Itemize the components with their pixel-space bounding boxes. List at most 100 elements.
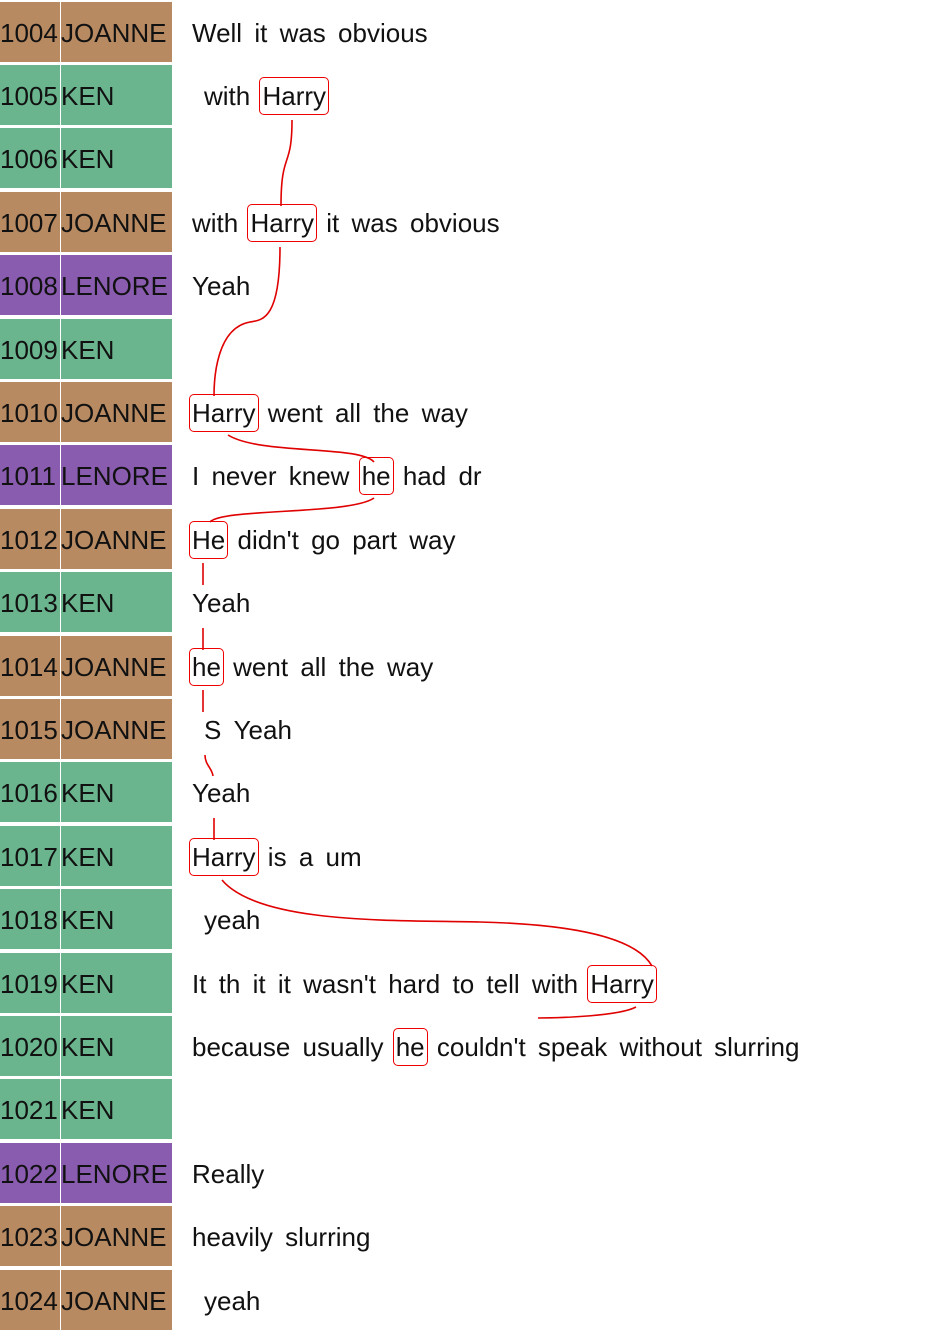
word-token: had	[402, 461, 447, 492]
speaker-label: KEN	[61, 318, 172, 381]
transcript-row: 1007 JOANNE with Harry it was obvious	[0, 191, 947, 255]
speaker-label: KEN	[61, 825, 172, 888]
transcript-row: 1024 JOANNE yeah	[0, 1269, 947, 1333]
word-token: went	[233, 651, 289, 682]
mention-token[interactable]: Harry	[259, 76, 330, 115]
word-token: part	[352, 524, 398, 555]
word-token: way	[386, 651, 434, 682]
transcript-row: 1004 JOANNE Well it was obvious	[0, 1, 947, 65]
transcript-row: 1013 KEN Yeah	[0, 572, 947, 635]
utterance: Harry is a um	[189, 826, 362, 888]
utterance: Well it was obvious	[192, 2, 428, 64]
utterance: S Yeah	[204, 699, 292, 761]
line-number: 1006	[0, 128, 61, 191]
speaker-label: JOANNE	[61, 698, 172, 761]
word-token: hard	[388, 968, 441, 999]
line-number: 1017	[0, 825, 61, 888]
word-token: speak	[537, 1031, 608, 1062]
word-token: without	[619, 1031, 702, 1062]
mention-token[interactable]: Harry	[587, 964, 657, 1003]
word-token: S	[204, 714, 222, 745]
speaker-label: JOANNE	[61, 1269, 172, 1332]
utterance: with Harry	[204, 65, 330, 127]
line-number: 1015	[0, 698, 61, 761]
utterance: Yeah	[192, 255, 250, 317]
word-token: a	[298, 841, 314, 872]
line-number: 1009	[0, 318, 61, 381]
transcript-row: 1018 KEN yeah	[0, 889, 947, 952]
utterance: because usually he couldn't speak withou…	[192, 1016, 799, 1078]
speaker-label: KEN	[61, 952, 172, 1015]
word-token: never	[211, 461, 277, 492]
speaker-label: JOANNE	[61, 635, 172, 698]
word-token: yeah	[204, 905, 261, 936]
mention-token[interactable]: he	[358, 457, 394, 496]
word-token: Yeah	[192, 271, 251, 302]
word-token: all	[300, 651, 327, 682]
word-token: way	[421, 397, 468, 428]
utterance: with Harry it was obvious	[192, 192, 500, 254]
line-number: 1014	[0, 635, 61, 698]
word-token: Yeah	[192, 588, 251, 619]
mention-token[interactable]: Harry	[189, 837, 259, 876]
line-number: 1008	[0, 255, 61, 318]
line-number: 1018	[0, 889, 61, 952]
word-token: it	[326, 207, 340, 238]
mention-token[interactable]: he	[189, 647, 224, 686]
line-number: 1019	[0, 952, 61, 1015]
word-token: couldn't	[436, 1031, 526, 1062]
word-token: way	[409, 524, 456, 555]
transcript-row: 1017 KEN Harry is a um	[0, 825, 947, 889]
word-token: it	[254, 17, 268, 48]
mention-token[interactable]: He	[189, 520, 229, 559]
word-token: the	[338, 651, 375, 682]
word-token: Yeah	[192, 778, 251, 809]
transcript-row: 1023 JOANNE heavily slurring	[0, 1206, 947, 1269]
mention-token[interactable]: Harry	[189, 393, 259, 432]
mention-token[interactable]: he	[392, 1027, 428, 1066]
line-number: 1005	[0, 64, 61, 127]
speaker-label: KEN	[61, 572, 172, 635]
transcript-row: 1021 KEN	[0, 1079, 947, 1142]
word-token: go	[311, 524, 340, 555]
line-number: 1016	[0, 762, 61, 825]
speaker-label: KEN	[61, 1015, 172, 1078]
speaker-label: JOANNE	[61, 508, 172, 571]
transcript-row: 1015 JOANNE S Yeah	[0, 698, 947, 762]
utterance: I never knew he had dr	[192, 445, 482, 507]
word-token: yeah	[204, 1285, 261, 1316]
word-token: usually	[302, 1031, 384, 1062]
mention-token[interactable]: Harry	[247, 203, 318, 242]
word-token: didn't	[237, 524, 299, 555]
word-token: to	[452, 968, 475, 999]
line-number: 1023	[0, 1206, 61, 1269]
line-number: 1020	[0, 1015, 61, 1078]
utterance: It th it it wasn't hard to tell with Har…	[192, 953, 657, 1015]
utterance: Really	[192, 1143, 264, 1205]
transcript-row: 1014 JOANNE he went all the way	[0, 635, 947, 699]
line-number: 1007	[0, 191, 61, 254]
transcript-row: 1012 JOANNE He didn't go part way	[0, 508, 947, 572]
line-number: 1011	[0, 445, 61, 508]
transcript-row: 1019 KEN It th it it wasn't hard to tell w…	[0, 952, 947, 1016]
word-token: with	[192, 207, 239, 238]
word-token: obvious	[410, 207, 500, 238]
speaker-label: LENORE	[61, 445, 172, 508]
transcript-row: 1006 KEN	[0, 128, 947, 191]
transcript-row: 1005 KEN with Harry	[0, 64, 947, 128]
transcript-row: 1009 KEN	[0, 318, 947, 382]
word-token: went	[267, 397, 323, 428]
word-token: dr	[458, 461, 482, 492]
speaker-label: LENORE	[61, 255, 172, 318]
speaker-label: KEN	[61, 762, 172, 825]
word-token: tell	[486, 968, 520, 999]
word-token: was	[279, 17, 326, 48]
line-number: 1012	[0, 508, 61, 571]
word-token: I	[192, 461, 200, 492]
speaker-label: JOANNE	[61, 1206, 172, 1269]
word-token: Really	[192, 1158, 265, 1189]
utterance: yeah	[204, 889, 260, 951]
line-number: 1010	[0, 381, 61, 444]
line-number: 1024	[0, 1269, 61, 1332]
speaker-label: KEN	[61, 889, 172, 952]
